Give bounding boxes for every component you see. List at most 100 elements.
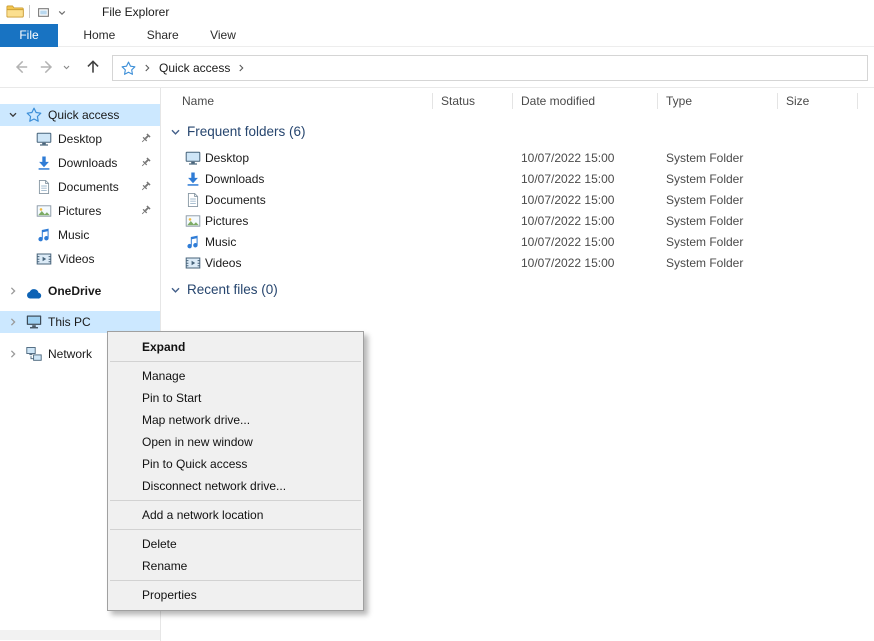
menu-item-rename[interactable]: Rename: [108, 555, 363, 577]
file-row-desktop[interactable]: Desktop 10/07/2022 15:00 System Folder: [161, 148, 862, 169]
file-name: Desktop: [205, 148, 249, 169]
column-header-size[interactable]: Size: [778, 88, 858, 114]
column-header-type[interactable]: Type: [658, 88, 778, 114]
column-header-name[interactable]: Name: [165, 88, 433, 114]
qat-properties-icon[interactable]: [37, 6, 50, 19]
file-name: Music: [205, 232, 236, 253]
file-date-modified: 10/07/2022 15:00: [521, 190, 614, 211]
group-header-frequent-folders[interactable]: Frequent folders (6): [161, 122, 306, 142]
file-type: System Folder: [666, 253, 743, 274]
file-name: Pictures: [205, 211, 248, 232]
tab-share[interactable]: Share: [133, 24, 193, 47]
title-bar: File Explorer: [0, 0, 874, 24]
tab-file[interactable]: File: [0, 24, 58, 47]
back-button[interactable]: [12, 58, 30, 76]
videos-icon: [36, 251, 52, 267]
desktop-icon: [185, 150, 201, 166]
sidebar-item-music[interactable]: Music: [0, 224, 160, 246]
menu-separator: [110, 580, 361, 581]
sidebar-item-documents[interactable]: Documents: [0, 176, 160, 198]
file-date-modified: 10/07/2022 15:00: [521, 148, 614, 169]
recent-locations-chevron-icon[interactable]: [62, 63, 71, 72]
pictures-icon: [185, 213, 201, 229]
group-chevron-icon[interactable]: [170, 127, 181, 138]
window-title: File Explorer: [102, 5, 169, 19]
music-icon: [36, 227, 52, 243]
tab-view[interactable]: View: [196, 24, 250, 47]
menu-item-add-network-location[interactable]: Add a network location: [108, 504, 363, 526]
chevron-collapsed-icon[interactable]: [8, 349, 18, 359]
pictures-icon: [36, 203, 52, 219]
breadcrumb-chevron-icon[interactable]: [144, 63, 151, 73]
file-date-modified: 10/07/2022 15:00: [521, 253, 614, 274]
group-header-recent-files[interactable]: Recent files (0): [161, 280, 278, 300]
navigation-bar: Quick access: [0, 47, 874, 88]
chevron-collapsed-icon[interactable]: [8, 286, 18, 296]
group-label: Recent files (0): [187, 282, 278, 297]
chevron-collapsed-icon[interactable]: [8, 317, 18, 327]
column-header-date-modified[interactable]: Date modified: [513, 88, 658, 114]
group-label: Frequent folders (6): [187, 124, 306, 139]
sidebar-item-onedrive[interactable]: OneDrive: [0, 280, 160, 302]
sidebar-item-label: Music: [58, 228, 89, 242]
documents-icon: [185, 192, 201, 208]
menu-separator: [110, 529, 361, 530]
file-row-music[interactable]: Music 10/07/2022 15:00 System Folder: [161, 232, 862, 253]
sidebar-horizontal-scrollbar[interactable]: [0, 630, 160, 640]
qat-customize-chevron-icon[interactable]: [57, 8, 67, 18]
sidebar-item-label: OneDrive: [48, 284, 101, 298]
file-date-modified: 10/07/2022 15:00: [521, 211, 614, 232]
menu-item-pin-to-start[interactable]: Pin to Start: [108, 387, 363, 409]
pin-icon: [140, 133, 151, 144]
file-row-downloads[interactable]: Downloads 10/07/2022 15:00 System Folder: [161, 169, 862, 190]
menu-item-pin-to-quick-access[interactable]: Pin to Quick access: [108, 453, 363, 475]
downloads-icon: [36, 155, 52, 171]
file-row-documents[interactable]: Documents 10/07/2022 15:00 System Folder: [161, 190, 862, 211]
sidebar-item-label: This PC: [48, 315, 91, 329]
sidebar-item-label: Downloads: [58, 156, 117, 170]
breadcrumb-chevron-icon[interactable]: [238, 63, 245, 73]
sidebar-item-desktop[interactable]: Desktop: [0, 128, 160, 150]
sidebar-item-this-pc[interactable]: This PC: [0, 311, 160, 333]
pin-icon: [140, 181, 151, 192]
chevron-expanded-icon[interactable]: [8, 110, 18, 120]
quick-access-icon: [121, 61, 136, 76]
group-chevron-icon[interactable]: [170, 285, 181, 296]
menu-item-expand[interactable]: Expand: [108, 336, 363, 358]
documents-icon: [36, 179, 52, 195]
pin-icon: [140, 205, 151, 216]
file-explorer-window: File Explorer File Home Share View Quick…: [0, 0, 874, 641]
sidebar-item-quick-access[interactable]: Quick access: [0, 104, 160, 126]
file-name: Videos: [205, 253, 241, 274]
column-header-status[interactable]: Status: [433, 88, 513, 114]
file-type: System Folder: [666, 232, 743, 253]
menu-item-manage[interactable]: Manage: [108, 365, 363, 387]
breadcrumb-item-quick-access[interactable]: Quick access: [159, 61, 230, 75]
file-name: Documents: [205, 190, 266, 211]
forward-button[interactable]: [38, 58, 56, 76]
file-row-pictures[interactable]: Pictures 10/07/2022 15:00 System Folder: [161, 211, 862, 232]
sidebar-item-videos[interactable]: Videos: [0, 248, 160, 270]
file-type: System Folder: [666, 190, 743, 211]
tab-home[interactable]: Home: [69, 24, 129, 47]
address-bar[interactable]: Quick access: [112, 55, 868, 81]
file-type: System Folder: [666, 148, 743, 169]
menu-item-disconnect-network-drive[interactable]: Disconnect network drive...: [108, 475, 363, 497]
downloads-icon: [185, 171, 201, 187]
file-name: Downloads: [205, 169, 264, 190]
file-date-modified: 10/07/2022 15:00: [521, 232, 614, 253]
up-button[interactable]: [84, 58, 102, 76]
qat-separator: [29, 5, 30, 18]
file-date-modified: 10/07/2022 15:00: [521, 169, 614, 190]
menu-item-map-network-drive[interactable]: Map network drive...: [108, 409, 363, 431]
menu-item-open-in-new-window[interactable]: Open in new window: [108, 431, 363, 453]
folder-app-icon: [6, 4, 24, 19]
file-type: System Folder: [666, 169, 743, 190]
context-menu: Expand Manage Pin to Start Map network d…: [107, 331, 364, 611]
menu-item-properties[interactable]: Properties: [108, 584, 363, 606]
menu-item-delete[interactable]: Delete: [108, 533, 363, 555]
file-row-videos[interactable]: Videos 10/07/2022 15:00 System Folder: [161, 253, 862, 274]
sidebar-item-pictures[interactable]: Pictures: [0, 200, 160, 222]
sidebar-item-label: Network: [48, 347, 92, 361]
sidebar-item-downloads[interactable]: Downloads: [0, 152, 160, 174]
